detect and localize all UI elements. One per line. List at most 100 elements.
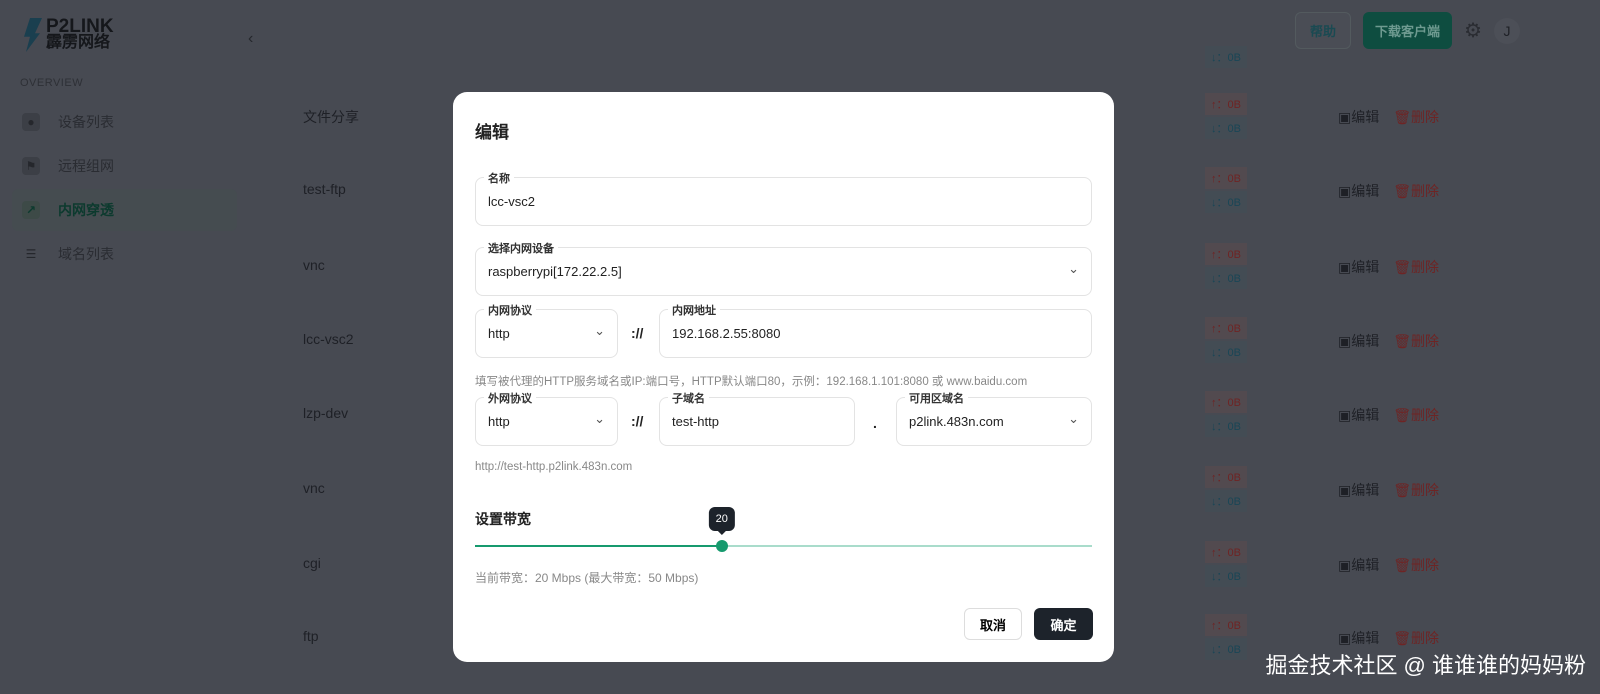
sidebar-item-devices[interactable]: ● 设备列表: [12, 101, 237, 143]
logo-subtext: 霹雳网络: [46, 34, 111, 51]
edit-button[interactable]: ▣编辑: [1338, 257, 1379, 277]
delete-button[interactable]: 🗑删除: [1393, 331, 1439, 351]
traffic: ↑：0B ↓：0B: [1205, 614, 1247, 662]
download-traffic: ↓：0B: [1205, 191, 1247, 213]
field-label: 选择内网设备: [484, 240, 558, 256]
slider-tooltip: 20: [708, 507, 735, 535]
sidebar-item-domains[interactable]: ☰ 域名列表: [12, 233, 237, 275]
scheme-separator: ://: [631, 325, 644, 341]
sidebar-item-remote-network[interactable]: ⚑ 远程组网: [12, 145, 237, 187]
edit-dialog: 编辑 名称 lcc-vsc2 选择内网设备 raspberrypi[172.22.2…: [453, 92, 1114, 662]
edit-button[interactable]: ▣编辑: [1338, 405, 1379, 425]
field-value: p2link.483n.com: [909, 414, 1004, 429]
sidebar-item-tunnel[interactable]: ↗ 内网穿透: [12, 189, 237, 231]
inner-address-input[interactable]: 内网地址 192.168.2.55:8080: [659, 302, 1092, 358]
slider-fill: [475, 545, 722, 547]
url-preview: http://test-http.p2link.483n.com: [475, 461, 633, 473]
collapse-sidebar-icon[interactable]: ‹: [248, 30, 253, 48]
chevron-down-icon: ⌄: [594, 323, 605, 338]
field-label: 可用区域名: [905, 390, 968, 406]
tunnel-name: cgi: [303, 555, 321, 571]
scheme-separator: ://: [631, 413, 644, 429]
sidebar-item-label: 远程组网: [58, 158, 114, 174]
field-value: 192.168.2.55:8080: [672, 326, 781, 341]
slider-thumb[interactable]: [715, 540, 728, 552]
tunnel-name: vnc: [303, 480, 325, 496]
field-label: 子域名: [668, 390, 709, 406]
field-label: 外网协议: [484, 390, 536, 406]
name-input[interactable]: 名称 lcc-vsc2: [475, 170, 1092, 226]
field-label: 内网协议: [484, 302, 536, 318]
field-value: test-http: [672, 414, 719, 429]
field-label: 名称: [484, 170, 514, 186]
edit-button[interactable]: ▣编辑: [1338, 181, 1379, 201]
avatar[interactable]: J: [1494, 17, 1520, 44]
download-client-button[interactable]: 下载客户端: [1363, 12, 1453, 49]
traffic: ↑：0B ↓：0B: [1205, 541, 1247, 589]
delete-button[interactable]: 🗑删除: [1393, 555, 1439, 575]
delete-button[interactable]: 🗑删除: [1393, 181, 1439, 201]
download-traffic: ↓：0B: [1205, 638, 1247, 660]
sidebar-item-label: 设备列表: [58, 114, 114, 130]
flag-icon: ⚑: [22, 157, 40, 175]
cancel-button[interactable]: 取消: [964, 608, 1022, 640]
traffic: ↑：0B ↓：0B: [1205, 167, 1247, 215]
watermark: 掘金技术社区 @ 谁谁谁的妈妈粉: [1265, 653, 1586, 678]
edit-button[interactable]: ▣编辑: [1338, 555, 1379, 575]
domain-select[interactable]: 可用区域名 p2link.483n.com ⌄: [896, 390, 1092, 446]
device-select[interactable]: 选择内网设备 raspberrypi[172.22.2.5] ⌄: [475, 240, 1092, 296]
logo-text: P2LINK: [46, 16, 114, 37]
partial-traffic: ↓：0B: [1205, 46, 1247, 70]
delete-button[interactable]: 🗑删除: [1393, 257, 1439, 277]
device-icon: ●: [22, 113, 40, 131]
traffic: ↑：0B ↓：0B: [1205, 466, 1247, 514]
delete-button[interactable]: 🗑删除: [1393, 480, 1439, 500]
download-traffic: ↓：0B: [1205, 341, 1247, 363]
domain-dot: .: [873, 415, 877, 431]
field-value: http: [488, 414, 510, 429]
traffic: ↑：0B ↓：0B: [1205, 317, 1247, 365]
chevron-down-icon: ⌄: [594, 411, 605, 426]
delete-button[interactable]: 🗑删除: [1393, 405, 1439, 425]
chevron-down-icon: ⌄: [1068, 411, 1079, 426]
tunnel-name: 文件分享: [303, 109, 359, 125]
confirm-button[interactable]: 确定: [1034, 608, 1093, 640]
outer-protocol-select[interactable]: 外网协议 http ⌄: [475, 390, 618, 446]
logo[interactable]: P2LINK 霹雳网络: [22, 16, 114, 52]
edit-button[interactable]: ▣编辑: [1338, 480, 1379, 500]
delete-button[interactable]: 🗑删除: [1393, 628, 1439, 648]
list-icon: ☰: [25, 247, 37, 261]
upload-traffic: ↑：0B: [1205, 614, 1247, 636]
upload-traffic: ↑：0B: [1205, 541, 1247, 563]
edit-button[interactable]: ▣编辑: [1338, 331, 1379, 351]
arrow-up-right-icon: ↗: [22, 201, 40, 219]
upload-traffic: ↑：0B: [1205, 391, 1247, 413]
tunnel-name: lzp-dev: [303, 405, 349, 421]
bandwidth-label: 设置带宽: [475, 511, 531, 527]
edit-button[interactable]: ▣编辑: [1338, 107, 1379, 127]
edit-button[interactable]: ▣编辑: [1338, 628, 1379, 648]
address-hint: 填写被代理的HTTP服务域名或IP:端口号，HTTP默认端口80，示例：192.…: [475, 376, 1028, 388]
bandwidth-slider[interactable]: 20: [475, 507, 1092, 552]
help-button[interactable]: 帮助: [1295, 12, 1352, 49]
field-value: raspberrypi[172.22.2.5]: [488, 264, 622, 279]
delete-button[interactable]: 🗑删除: [1393, 107, 1439, 127]
field-label: 内网地址: [668, 302, 720, 318]
tunnel-name: vnc: [303, 257, 325, 273]
upload-traffic: ↑：0B: [1205, 317, 1247, 339]
subdomain-input[interactable]: 子域名 test-http: [659, 390, 855, 446]
download-traffic: ↓：0B: [1205, 117, 1247, 139]
traffic: ↑：0B ↓：0B: [1205, 391, 1247, 439]
download-traffic: ↓：0B: [1205, 490, 1247, 512]
bolt-logo-icon: [24, 18, 42, 52]
download-traffic: ↓：0B: [1205, 415, 1247, 437]
download-traffic: ↓：0B: [1205, 565, 1247, 587]
settings-gear-icon[interactable]: ⚙: [1464, 18, 1482, 43]
field-value: http: [488, 326, 510, 341]
inner-protocol-select[interactable]: 内网协议 http ⌄: [475, 302, 618, 358]
tunnel-name: ftp: [303, 628, 319, 644]
download-traffic: ↓：0B: [1205, 267, 1247, 289]
sidebar: P2LINK 霹雳网络 OVERVIEW ● 设备列表 ⚑ 远程组网 ↗ 内网穿透 ☰ 域…: [0, 0, 240, 694]
upload-traffic: ↑：0B: [1205, 243, 1247, 265]
tunnel-name: test-ftp: [303, 181, 346, 197]
